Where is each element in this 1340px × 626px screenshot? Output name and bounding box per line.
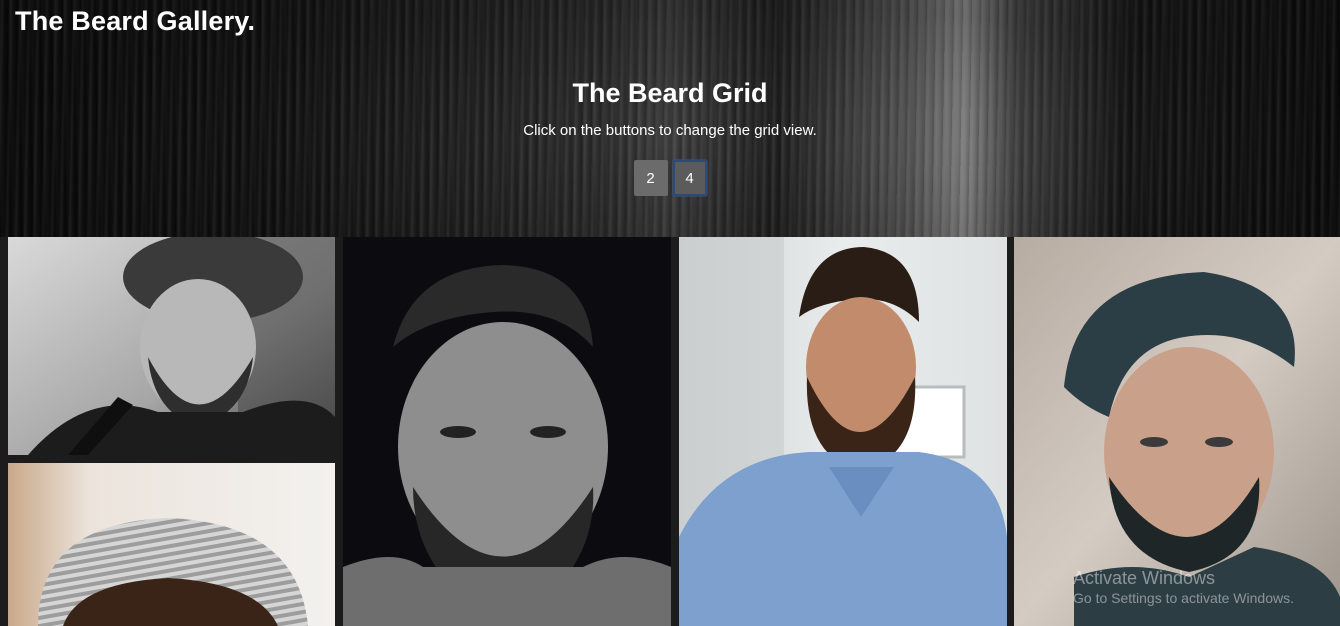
watermark-title: Activate Windows [1073, 568, 1216, 588]
hero-banner: The Beard Gallery. The Beard Grid Click … [0, 0, 1340, 237]
activate-windows-watermark: Activate Windows Go to Settings to activ… [1073, 568, 1294, 606]
page-subtitle: Click on the buttons to change the grid … [523, 122, 817, 139]
photo-bearded-man-dark[interactable] [343, 237, 671, 626]
grid-4-button[interactable]: 4 [672, 160, 707, 196]
grid-2-button[interactable]: 2 [633, 160, 668, 196]
page-title: The Beard Grid [572, 78, 768, 108]
photo-man-beanie[interactable] [8, 463, 335, 626]
grid-view-buttons: 2 4 [0, 160, 1340, 196]
watermark-subtitle: Go to Settings to activate Windows. [1073, 590, 1294, 606]
photo-bearded-man-guitar[interactable] [8, 237, 335, 455]
photo-bearded-man-blue-shirt[interactable] [679, 237, 1007, 626]
site-brand[interactable]: The Beard Gallery. [15, 6, 255, 37]
page: The Beard Gallery. The Beard Grid Click … [0, 0, 1340, 626]
